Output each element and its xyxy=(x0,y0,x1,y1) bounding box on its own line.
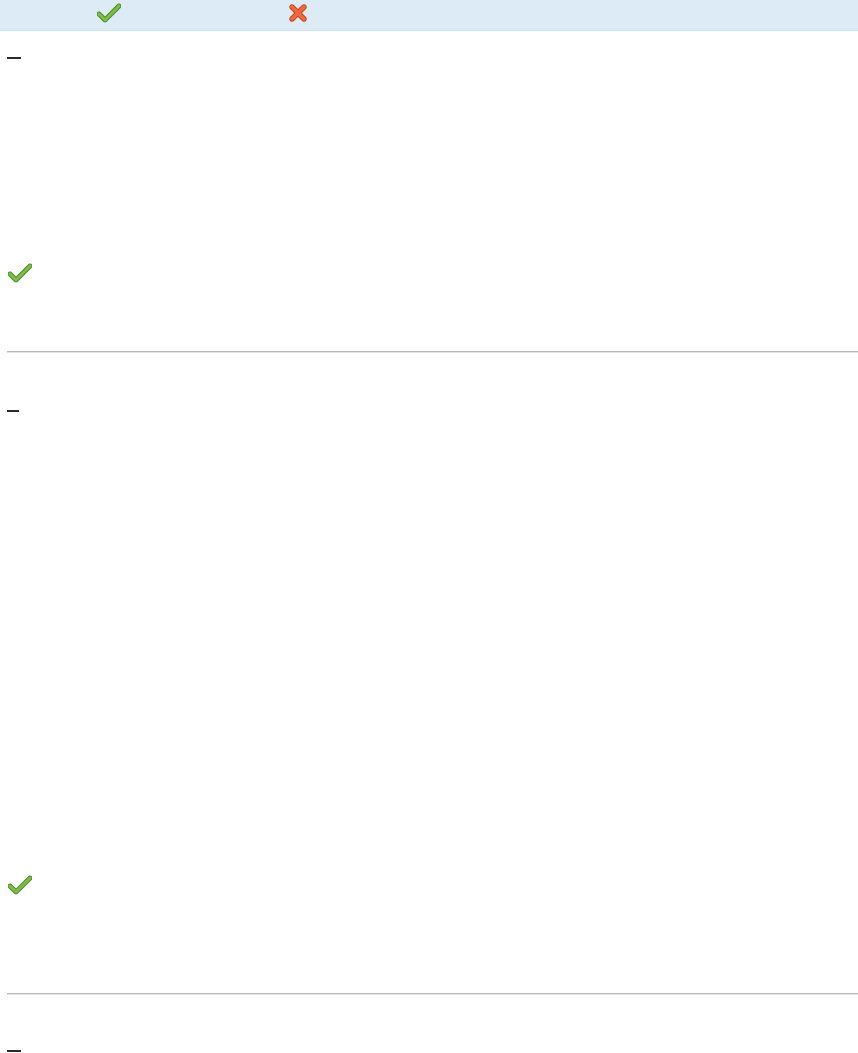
check-icon xyxy=(8,263,32,283)
check-icon[interactable] xyxy=(97,3,121,23)
divider xyxy=(7,351,858,353)
collapse-dash-icon[interactable] xyxy=(7,410,19,412)
close-icon[interactable] xyxy=(288,3,308,23)
header-bar xyxy=(0,0,858,31)
collapse-dash-icon[interactable] xyxy=(7,1050,21,1052)
collapse-dash-icon[interactable] xyxy=(7,57,21,59)
divider xyxy=(7,993,858,995)
check-icon xyxy=(8,875,32,895)
page xyxy=(0,0,858,1053)
